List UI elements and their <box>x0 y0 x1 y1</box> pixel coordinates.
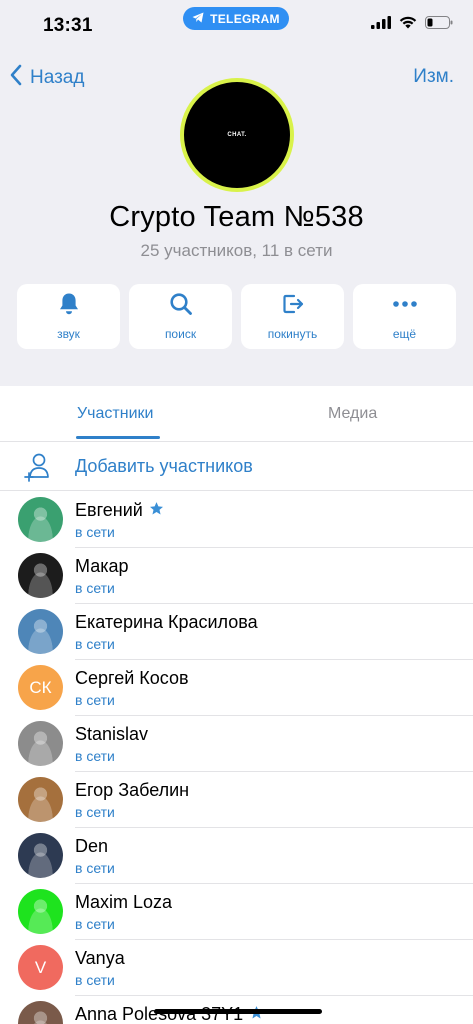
member-row[interactable]: Maxim Loza в сети <box>0 884 473 940</box>
member-name: Stanislav <box>75 724 149 744</box>
member-status: в сети <box>75 692 115 708</box>
tab-bar: Участники Медиа <box>0 386 473 442</box>
return-to-telegram-pill[interactable]: TELEGRAM <box>183 7 289 30</box>
chat-avatar-logo: CHAT. <box>184 82 290 188</box>
more-button[interactable]: ещё <box>353 284 456 349</box>
chat-avatar[interactable]: CHAT. <box>180 78 294 192</box>
member-name: Егор Забелин <box>75 780 190 800</box>
home-indicator <box>154 1009 322 1014</box>
member-avatar <box>18 833 63 878</box>
member-name: Макар <box>75 556 129 576</box>
app-pill-label: TELEGRAM <box>210 11 280 26</box>
member-name-wrap: Den <box>75 836 108 857</box>
member-name: Евгений <box>75 500 143 520</box>
member-row[interactable]: Den в сети <box>0 828 473 884</box>
member-avatar <box>18 889 63 934</box>
member-avatar <box>18 1001 63 1024</box>
leave-icon <box>281 292 305 321</box>
tab-media[interactable]: Медиа <box>328 405 377 423</box>
member-row[interactable]: Евгений в сети <box>0 492 473 548</box>
member-status: в сети <box>75 916 115 932</box>
star-icon <box>149 500 164 521</box>
member-avatar <box>18 721 63 766</box>
member-row[interactable]: Екатерина Красилова в сети <box>0 604 473 660</box>
member-avatar <box>18 777 63 822</box>
member-avatar <box>18 609 63 654</box>
search-label: поиск <box>164 327 197 341</box>
status-icons <box>371 16 453 34</box>
member-name-wrap: Сергей Косов <box>75 668 189 689</box>
member-name-wrap: Anna Polesova 37Y1 <box>75 1004 264 1024</box>
wifi-icon <box>399 16 417 34</box>
more-label: ещё <box>392 327 417 341</box>
star-icon <box>249 1004 264 1024</box>
member-name-wrap: Евгений <box>75 500 164 521</box>
member-status: в сети <box>75 524 115 540</box>
search-button[interactable]: поиск <box>129 284 232 349</box>
mute-label: звук <box>57 327 80 341</box>
member-row[interactable]: V Vanya в сети <box>0 940 473 996</box>
mute-button[interactable]: звук <box>17 284 120 349</box>
member-status: в сети <box>75 972 115 988</box>
member-avatar <box>18 497 63 542</box>
battery-icon <box>425 16 453 34</box>
more-icon <box>392 292 418 321</box>
member-status: в сети <box>75 860 115 876</box>
signal-icon <box>371 16 391 34</box>
member-name: Vanya <box>75 948 125 968</box>
chat-subtitle: 25 участников, 11 в сети <box>140 241 333 260</box>
chat-title: Crypto Team №538 <box>109 201 364 233</box>
member-name-wrap: Егор Забелин <box>75 780 189 801</box>
add-members-label: Добавить участников <box>75 456 253 476</box>
member-name: Den <box>75 836 109 856</box>
leave-label: покинуть <box>267 327 318 341</box>
member-name: Anna Polesova 37Y1 <box>75 1004 244 1024</box>
back-button[interactable]: Назад <box>8 63 84 93</box>
member-status: в сети <box>75 804 115 820</box>
member-name: Сергей Косов <box>75 668 189 688</box>
search-icon <box>169 292 193 321</box>
member-row[interactable]: Stanislav в сети <box>0 716 473 772</box>
member-status: в сети <box>75 636 115 652</box>
edit-button[interactable]: Изм. <box>413 66 454 88</box>
member-status: в сети <box>75 748 115 764</box>
member-avatar <box>18 553 63 598</box>
member-name-wrap: Maxim Loza <box>75 892 172 913</box>
tab-underline <box>76 436 160 439</box>
member-row[interactable]: Егор Забелин в сети <box>0 772 473 828</box>
member-avatar: V <box>18 945 63 990</box>
member-status: в сети <box>75 580 115 596</box>
back-label: Назад <box>30 67 85 88</box>
member-avatar: СК <box>18 665 63 710</box>
member-name-wrap: Екатерина Красилова <box>75 612 258 633</box>
member-name: Maxim Loza <box>75 892 173 912</box>
member-name: Екатерина Красилова <box>75 612 258 632</box>
member-name-wrap: Vanya <box>75 948 125 969</box>
leave-button[interactable]: покинуть <box>241 284 344 349</box>
bell-icon <box>58 292 80 321</box>
telegram-plane-icon <box>192 12 204 26</box>
chevron-left-icon <box>8 63 24 93</box>
status-time: 13:31 <box>43 15 93 36</box>
members-list: Евгений в сети Макар в сети Екатерина Красил… <box>0 492 473 1024</box>
member-row[interactable]: Макар в сети <box>0 548 473 604</box>
add-members-button[interactable]: Добавить участников <box>0 443 473 491</box>
member-row[interactable]: СК Сергей Косов в сети <box>0 660 473 716</box>
member-name-wrap: Макар <box>75 556 129 577</box>
tab-members[interactable]: Участники <box>77 405 153 423</box>
add-user-icon <box>24 452 52 487</box>
action-buttons: звук поиск покинуть ещё <box>17 284 456 349</box>
member-name-wrap: Stanislav <box>75 724 148 745</box>
